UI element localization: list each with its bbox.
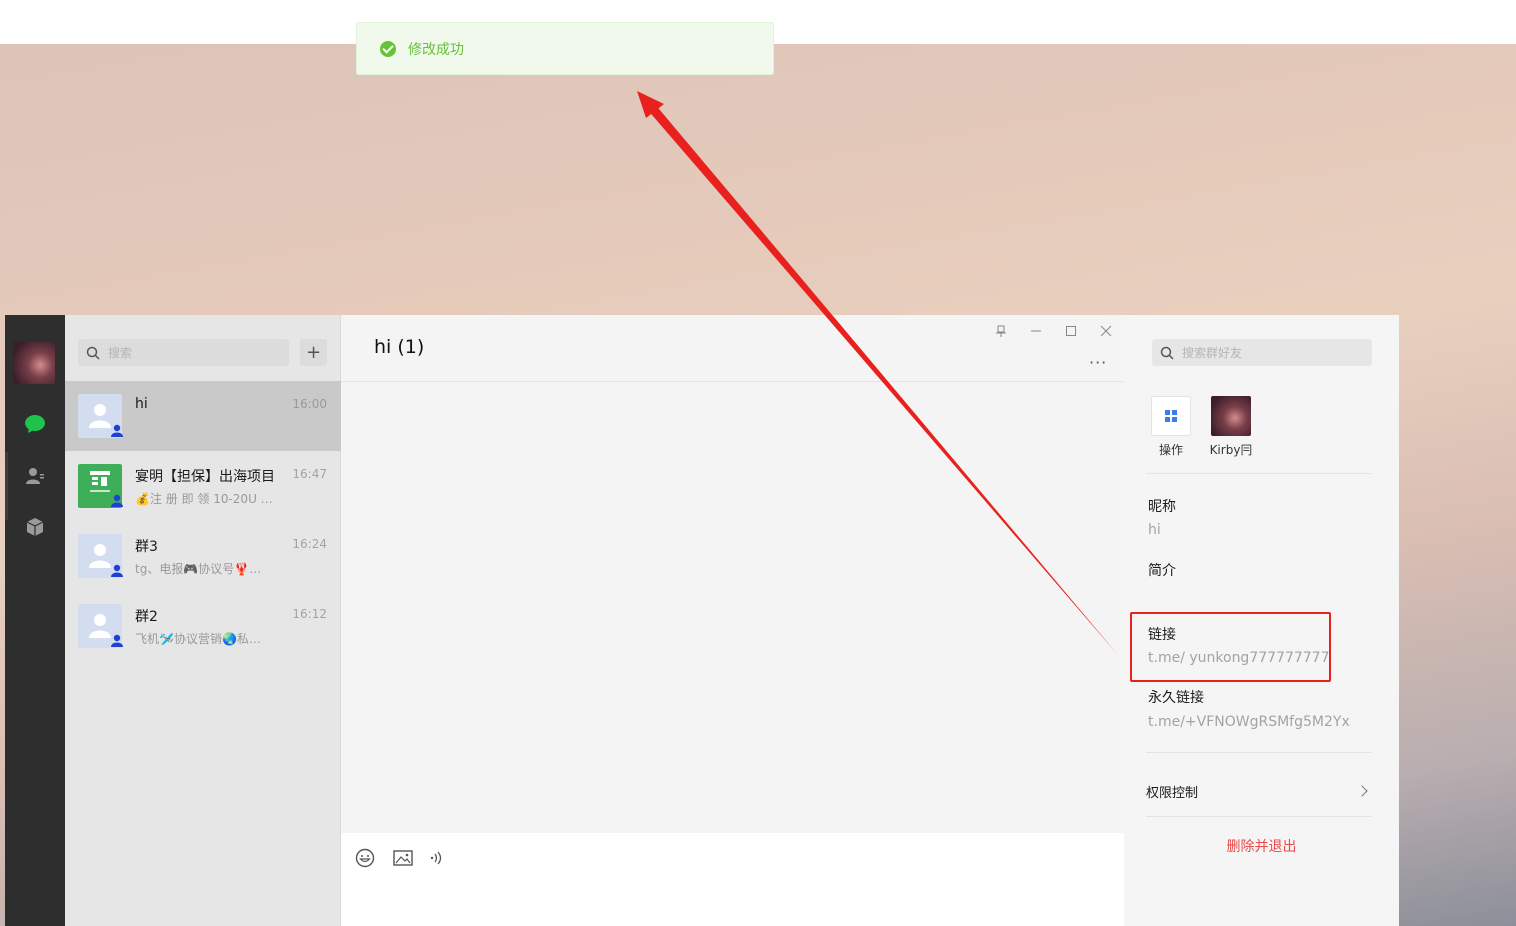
minimize-icon[interactable] — [1028, 323, 1044, 339]
toast-message: 修改成功 — [408, 41, 464, 58]
annotation-highlight-box — [1130, 612, 1331, 682]
permanent-link-value[interactable]: t.me/+VFNOWgRSMfg5M2Yx — [1148, 714, 1350, 730]
user-avatar[interactable] — [13, 342, 55, 384]
intro-label: 简介 — [1148, 563, 1176, 579]
chat-time: 16:12 — [292, 607, 327, 621]
member-label: Kirby冃 — [1209, 443, 1253, 457]
group-avatar — [78, 604, 123, 648]
grid-icon — [1151, 396, 1191, 436]
group-logo-icon — [90, 471, 110, 492]
search-icon — [86, 346, 100, 360]
member-avatar — [1211, 396, 1251, 436]
chat-time: 16:47 — [292, 467, 327, 481]
chat-list-item[interactable]: 群2 16:12 飞机🛩️协议营销🌏私… — [65, 591, 341, 661]
emoji-icon[interactable] — [355, 848, 375, 868]
success-toast: 修改成功 — [356, 22, 774, 75]
group-badge-icon — [111, 564, 123, 577]
chat-list-item[interactable]: 群3 16:24 tg、电报🎮协议号🦞… — [65, 521, 341, 591]
member-tile[interactable]: Kirby冃 — [1207, 396, 1255, 458]
pin-icon[interactable] — [993, 323, 1009, 339]
permission-control-label: 权限控制 — [1146, 785, 1199, 801]
chat-name: 宴明【担保】出海项目 — [135, 469, 275, 485]
chat-list-panel: + hi 16:00 宴明【担保】出海项目 16:47 💰注 册 即 领 10-… — [65, 315, 341, 926]
divider — [1146, 473, 1372, 474]
person-placeholder-icon — [89, 404, 111, 428]
more-options-button[interactable]: ··· — [1089, 353, 1107, 372]
divider — [1146, 752, 1372, 753]
contacts-icon[interactable] — [23, 464, 47, 488]
chat-name: 群3 — [135, 539, 158, 555]
chat-search-input[interactable] — [108, 345, 278, 360]
chat-name: hi — [135, 396, 148, 412]
group-badge-icon — [111, 424, 123, 437]
maximize-icon[interactable] — [1063, 323, 1079, 339]
member-search-input[interactable] — [1182, 345, 1362, 360]
chat-preview: 💰注 册 即 领 10-20U … — [135, 492, 273, 506]
permanent-link-label: 永久链接 — [1148, 690, 1204, 706]
nickname-label: 昵称 — [1148, 499, 1176, 515]
nav-rail — [5, 315, 65, 926]
add-chat-button[interactable]: + — [300, 339, 327, 366]
operation-member-tile[interactable]: 操作 — [1147, 396, 1195, 458]
voice-icon[interactable] — [427, 848, 447, 868]
chevron-right-icon — [1356, 785, 1368, 797]
chat-header: hi (1) ··· — [341, 315, 1124, 382]
nav-active-indicator — [5, 452, 8, 520]
chat-time: 16:24 — [292, 537, 327, 551]
nickname-value[interactable]: hi — [1148, 522, 1161, 538]
chat-title: hi (1) — [374, 336, 425, 358]
cube-icon[interactable] — [23, 515, 47, 539]
chat-preview: 飞机🛩️协议营销🌏私… — [135, 632, 261, 646]
permission-control-row[interactable]: 权限控制 — [1146, 771, 1372, 811]
image-icon[interactable] — [393, 848, 413, 868]
group-avatar — [78, 464, 123, 508]
member-label: 操作 — [1158, 443, 1183, 457]
group-avatar — [78, 394, 123, 438]
person-placeholder-icon — [89, 544, 111, 568]
chat-name: 群2 — [135, 609, 158, 625]
chat-bubble-icon[interactable] — [23, 412, 47, 436]
chat-time: 16:00 — [292, 397, 327, 411]
group-badge-icon — [111, 634, 123, 647]
compose-area[interactable] — [341, 833, 1124, 926]
close-icon[interactable] — [1098, 323, 1114, 339]
chat-search-box[interactable] — [78, 339, 289, 366]
group-avatar — [78, 534, 123, 578]
chat-preview: tg、电报🎮协议号🦞… — [135, 562, 262, 576]
chat-list-item[interactable]: hi 16:00 — [65, 381, 341, 451]
search-icon — [1160, 346, 1174, 360]
member-search-box[interactable] — [1152, 339, 1372, 366]
delete-and-exit-button[interactable]: 删除并退出 — [1124, 836, 1399, 856]
divider — [1146, 816, 1372, 817]
chat-list-item[interactable]: 宴明【担保】出海项目 16:47 💰注 册 即 领 10-20U … — [65, 451, 341, 521]
group-badge-icon — [111, 494, 123, 507]
person-placeholder-icon — [89, 614, 111, 638]
success-check-icon — [380, 40, 396, 57]
chat-main-panel: hi (1) ··· — [341, 315, 1124, 926]
